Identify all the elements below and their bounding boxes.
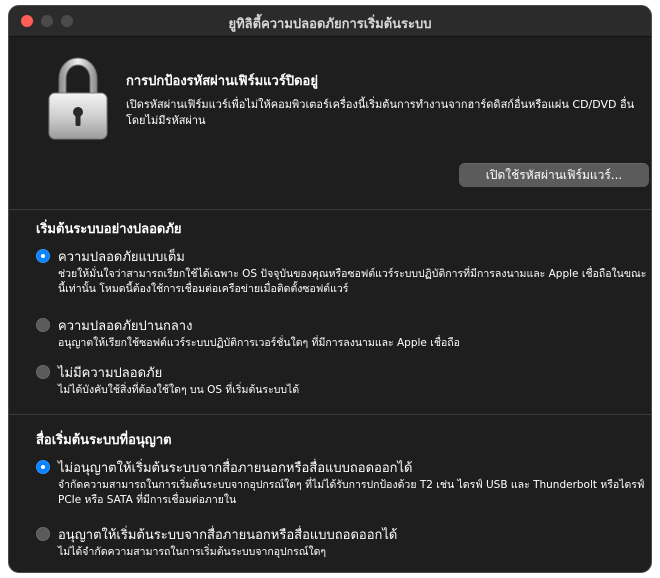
medium-security-description: อนุญาตให้เรียกใช้ซอฟต์แวร์ระบบปฏิบัติการ… xyxy=(58,337,460,349)
allow-external-boot-label[interactable]: อนุญาตให้เริ่มต้นระบบจากสื่อภายนอกหรือสื… xyxy=(58,524,397,545)
full-security-label[interactable]: ความปลอดภัยแบบเต็ม xyxy=(58,246,185,267)
startup-security-window: ยูทิลิตี้ความปลอดภัยการเริ่มต้นระบบ การป… xyxy=(8,5,652,573)
no-security-label[interactable]: ไม่มีความปลอดภัย xyxy=(58,362,162,383)
section-divider xyxy=(9,209,651,210)
boot-media-section-title: สื่อเริ่มต้นระบบที่อนุญาต xyxy=(36,433,172,448)
window-title: ยูทิลิตี้ความปลอดภัยการเริ่มต้นระบบ xyxy=(228,17,432,32)
full-security-description: ช่วยให้มั่นใจว่าสามารถเรียกใช้ได้เฉพาะ O… xyxy=(58,268,647,295)
allow-external-boot-description: ไม่ได้จำกัดความสามารถในการเริ่มต้นระบบจา… xyxy=(58,546,327,558)
allow-external-boot-radio[interactable] xyxy=(36,527,50,541)
medium-security-label[interactable]: ความปลอดภัยปานกลาง xyxy=(58,315,192,336)
no-security-radio[interactable] xyxy=(36,365,50,379)
secure-boot-section-title: เริ่มต้นระบบอย่างปลอดภัย xyxy=(36,222,182,237)
disallow-external-boot-label[interactable]: ไม่อนุญาตให้เริ่มต้นระบบจากสื่อภายนอกหรื… xyxy=(58,457,413,478)
full-security-radio[interactable] xyxy=(36,249,50,263)
firmware-password-status-heading: การปกป้องรหัสผ่านเฟิร์มแวร์ปิดอยู่ xyxy=(126,74,318,89)
section-divider xyxy=(9,414,651,415)
title-bar: ยูทิลิตี้ความปลอดภัยการเริ่มต้นระบบ xyxy=(9,6,651,37)
firmware-password-description: เปิดรหัสผ่านเฟิร์มแวร์เพื่อไม่ให้คอมพิวเ… xyxy=(126,98,635,127)
enable-firmware-password-button[interactable]: เปิดใช้รหัสผ่านเฟิร์มแวร์... xyxy=(459,163,649,187)
medium-security-radio[interactable] xyxy=(36,318,50,332)
disallow-external-boot-radio[interactable] xyxy=(36,460,50,474)
no-security-description: ไม่ได้บังคับใช้สิ่งที่ต้องใช้ใดๆ บน OS ท… xyxy=(58,384,300,396)
padlock-icon xyxy=(48,57,108,140)
disallow-external-boot-description: จำกัดความสามารถในการเริ่มต้นระบบจากอุปกร… xyxy=(58,479,645,506)
